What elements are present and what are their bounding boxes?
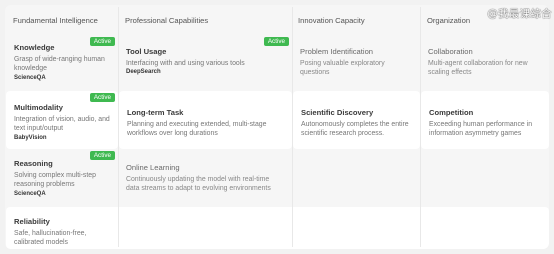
cell-problem-identification[interactable]: Problem Identification Posing valuable e… — [292, 35, 420, 89]
active-badge: Active — [89, 37, 115, 46]
cell-title: Reasoning — [14, 159, 53, 168]
cell-title: Competition — [429, 108, 474, 117]
cell-description: Safe, hallucination-free, calibrated mod… — [14, 230, 87, 247]
cell-description: Continuously updating the model with rea… — [126, 176, 271, 193]
cell-description: Multi-agent collaboration for new scalin… — [428, 60, 528, 77]
capability-matrix: Fundamental Intelligence Professional Ca… — [5, 5, 549, 249]
cell-online-learning[interactable]: Online Learning Continuously updating th… — [118, 149, 292, 205]
column-divider — [292, 207, 293, 247]
cell-title: Collaboration — [428, 47, 473, 56]
cell-description: Interfacing with and using various tools — [126, 60, 245, 67]
cell-multimodality[interactable]: Active Multimodality Integration of visi… — [6, 91, 118, 149]
cell-long-term-task[interactable]: Long-term Task Planning and executing ex… — [119, 91, 292, 149]
cell-collaboration[interactable]: Collaboration Multi-agent collaboration … — [420, 35, 549, 89]
active-badge: Active — [89, 93, 115, 102]
cell-title: Tool Usage — [126, 47, 167, 56]
benchmark-label: ScienceQA — [14, 190, 46, 197]
cell-title: Long-term Task — [127, 108, 184, 117]
cell-reasoning[interactable]: Active Reasoning Solving complex multi-s… — [6, 149, 118, 205]
active-badge: Active — [263, 37, 289, 46]
cell-description: Exceeding human performance in informati… — [429, 121, 533, 138]
column-header-innovation: Innovation Capacity — [298, 15, 365, 25]
column-divider — [118, 207, 119, 247]
cell-reliability[interactable]: Reliability Safe, hallucination-free, ca… — [6, 207, 118, 249]
cell-description: Autonomously completes the entire scient… — [301, 121, 409, 138]
column-header-organization: Organization — [427, 15, 471, 25]
cell-knowledge[interactable]: Active Knowledge Grasp of wide-ranging h… — [6, 35, 118, 89]
cell-description: Planning and executing extended, multi-s… — [127, 121, 267, 138]
column-header-professional: Professional Capabilities — [125, 15, 209, 25]
cell-title: Online Learning — [126, 163, 180, 172]
active-badge: Active — [89, 151, 115, 160]
cell-title: Scientific Discovery — [301, 108, 374, 117]
benchmark-label: ScienceQA — [14, 74, 46, 81]
column-divider — [420, 207, 421, 247]
column-header-fundamental: Fundamental Intelligence — [13, 15, 98, 25]
cell-title: Problem Identification — [300, 47, 374, 56]
cell-description: Integration of vision, audio, and text i… — [14, 116, 110, 133]
cell-description: Grasp of wide-ranging human knowledge — [14, 56, 105, 73]
cell-scientific-discovery[interactable]: Scientific Discovery Autonomously comple… — [293, 91, 420, 149]
benchmark-label: BabyVision — [14, 134, 47, 141]
cell-tool-usage[interactable]: Active Tool Usage Interfacing with and u… — [118, 35, 292, 89]
cell-description: Solving complex multi-step reasoning pro… — [14, 172, 96, 189]
cell-competition[interactable]: Competition Exceeding human performance … — [421, 91, 549, 149]
cell-description: Posing valuable exploratory questions — [300, 60, 385, 77]
watermark: @我最课综合 — [487, 8, 552, 20]
cell-title: Multimodality — [14, 103, 63, 112]
benchmark-label: DeepSearch — [126, 69, 161, 76]
cell-title: Reliability — [14, 217, 50, 226]
